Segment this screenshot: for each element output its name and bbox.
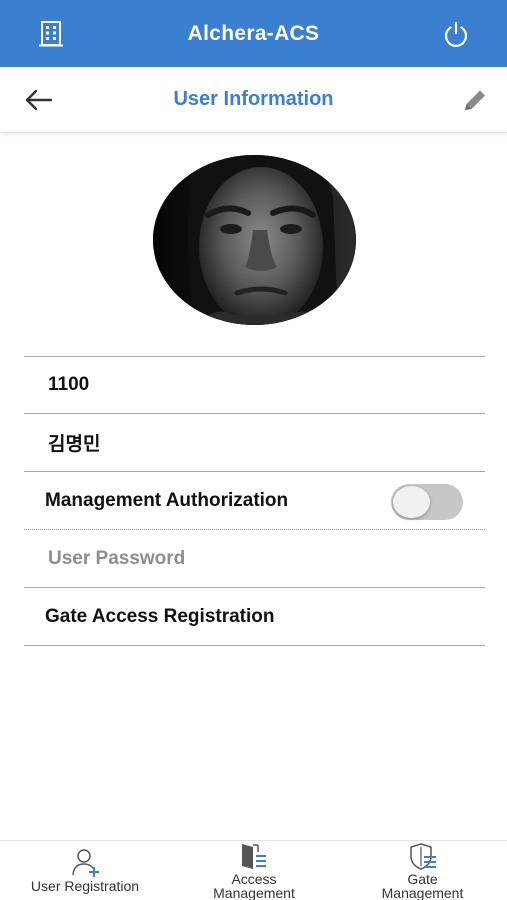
door-list-icon (242, 844, 266, 869)
app-bar: Alchera-ACS (0, 0, 507, 67)
nav-gate-management-label-2: Management (381, 885, 464, 900)
management-authorization-label: Management Authorization (45, 489, 289, 511)
app-title: Alchera-ACS (187, 21, 320, 45)
gate-access-registration-item[interactable]: Gate Access Registration (24, 588, 485, 646)
shield-list-icon (410, 843, 436, 870)
nav-user-registration-label: User Registration (30, 878, 140, 894)
avatar (153, 155, 356, 325)
power-icon[interactable] (441, 19, 471, 49)
building-icon[interactable] (36, 19, 66, 49)
user-info-list: 1100 김명민 Management Authorization User P… (24, 356, 485, 646)
nav-access-management-label-1: Access (231, 871, 277, 887)
nav-access-management-label-2: Management (213, 885, 295, 900)
pencil-icon[interactable] (461, 88, 489, 114)
page-title: User Information (173, 88, 334, 110)
user-name-value: 김명민 (48, 434, 101, 455)
user-name-row: 김명민 (24, 414, 485, 472)
management-authorization-row: Management Authorization (24, 472, 485, 530)
nav-gate-management[interactable]: Gate Management (338, 841, 507, 900)
bottom-nav: User Registration Access Management Gate… (0, 840, 507, 900)
nav-user-registration[interactable]: User Registration (0, 841, 170, 900)
nav-access-management[interactable]: Access Management (170, 841, 338, 900)
user-id-value: 1100 (48, 374, 90, 395)
management-authorization-toggle[interactable] (391, 484, 463, 520)
nav-gate-management-label-1: Gate (407, 871, 438, 887)
toggle-knob (393, 486, 430, 518)
user-id-row: 1100 (24, 356, 485, 414)
gate-access-registration-label: Gate Access Registration (45, 605, 275, 627)
sub-header: User Information (0, 67, 507, 133)
user-password-placeholder: User Password (48, 547, 186, 569)
user-password-field[interactable]: User Password (24, 530, 485, 588)
back-arrow-icon[interactable] (22, 87, 54, 113)
add-user-icon (72, 849, 99, 877)
